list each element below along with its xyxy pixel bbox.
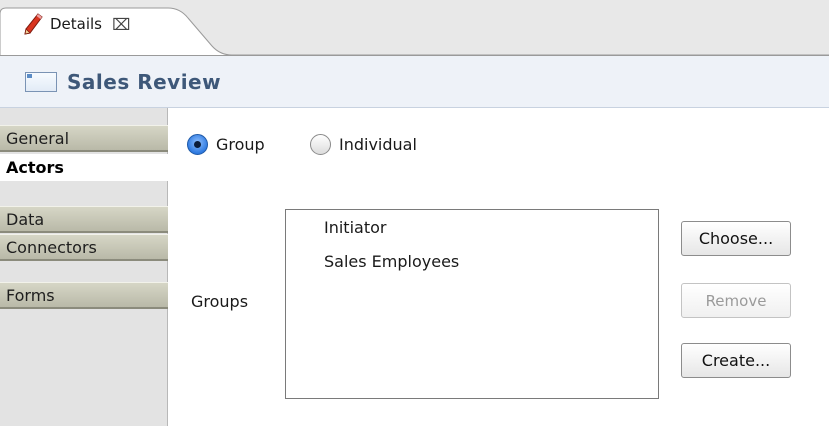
close-icon[interactable]: ⌧ <box>112 15 130 34</box>
form-title-bar: Sales Review <box>0 56 829 108</box>
pencil-icon <box>24 13 43 35</box>
tab-details[interactable]: Details ⌧ <box>22 12 130 36</box>
sidebar-item-label: Data <box>6 209 45 229</box>
page-title: Sales Review <box>67 69 222 94</box>
radio-individual-label: Individual <box>339 135 417 154</box>
sidebar-item-data[interactable]: Data <box>0 206 168 233</box>
form-icon <box>25 71 57 92</box>
editor-tab-strip: Details ⌧ <box>0 0 829 56</box>
actors-panel: Group Individual Groups Initiator Sales … <box>169 108 829 426</box>
list-item[interactable]: Sales Employees <box>324 252 459 271</box>
sidebar-item-label: General <box>6 128 70 148</box>
radio-selected-icon[interactable] <box>187 134 208 155</box>
create-button[interactable]: Create... <box>681 343 791 378</box>
section-sidebar: General Actors Data Connectors Forms <box>0 108 169 426</box>
groups-label: Groups <box>191 292 249 311</box>
sidebar-item-forms[interactable]: Forms <box>0 282 168 309</box>
groups-list[interactable]: Initiator Sales Employees <box>285 209 659 399</box>
tab-details-label: Details <box>50 15 103 33</box>
sidebar-item-actors[interactable]: Actors <box>0 154 169 181</box>
remove-button[interactable]: Remove <box>681 283 791 318</box>
sidebar-item-label: Forms <box>6 285 55 305</box>
list-item[interactable]: Initiator <box>324 218 386 237</box>
sidebar-item-connectors[interactable]: Connectors <box>0 234 168 261</box>
radio-group[interactable]: Group <box>187 134 265 155</box>
sidebar-item-label: Actors <box>6 158 64 177</box>
sidebar-item-general[interactable]: General <box>0 125 168 152</box>
radio-group-label: Group <box>216 135 265 154</box>
sidebar-item-label: Connectors <box>6 237 97 257</box>
choose-button[interactable]: Choose... <box>681 221 791 256</box>
radio-unselected-icon[interactable] <box>310 134 331 155</box>
radio-individual[interactable]: Individual <box>310 134 417 155</box>
